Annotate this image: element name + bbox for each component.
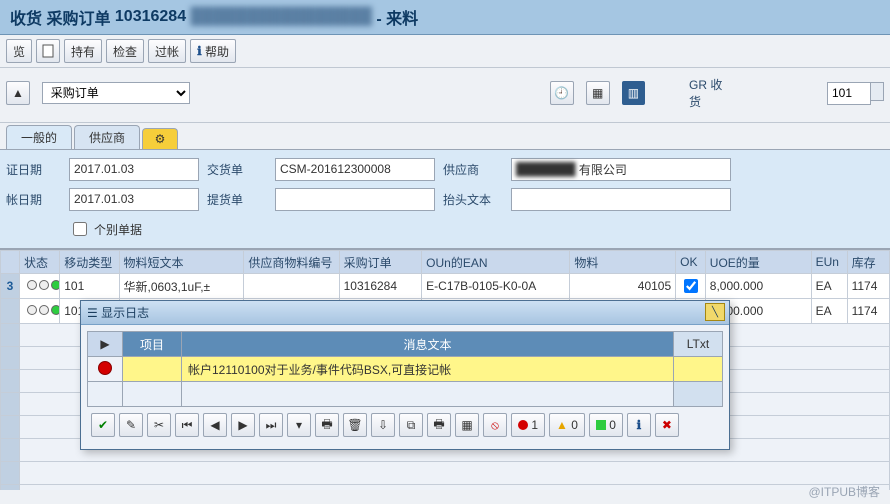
grid-row[interactable]: 3 101 华新,0603,1uF,± 10316284 E-C17B-0105…	[1, 274, 890, 299]
expand-all-button[interactable]: ▶	[88, 332, 123, 357]
list-icon: ☰	[87, 306, 98, 320]
grid-icon-button[interactable]: ▦	[455, 413, 479, 437]
log-dialog: ☰ 显示日志 ╲ ▶ 项目 消息文本 LTxt 帐户12110100对于业务/事…	[80, 300, 730, 450]
col-short-text[interactable]: 物料短文本	[119, 251, 244, 274]
first-icon-button[interactable]: ⏮	[175, 413, 199, 437]
print2-icon-button[interactable]: 🖶	[427, 413, 451, 437]
clock-icon-button[interactable]: 🕘	[550, 81, 574, 105]
selection-row: ▲ 采购订单 🕘 ▦ ▥ GR 收货	[0, 68, 890, 123]
ok-checkbox[interactable]	[684, 279, 698, 293]
watermark: @ITPUB博客	[808, 483, 880, 500]
individual-slip-checkbox[interactable]	[73, 222, 87, 236]
deliv-note-label: 交货单	[207, 161, 267, 178]
success-count-button[interactable]: 0	[589, 413, 623, 437]
grid-header-row: 状态 移动类型 物料短文本 供应商物料编号 采购订单 OUn的EAN 物料 OK…	[1, 251, 890, 274]
col-ean[interactable]: OUn的EAN	[422, 251, 570, 274]
col-stock[interactable]: 库存	[847, 251, 889, 274]
status-light-icon	[24, 280, 60, 290]
col-material[interactable]: 物料	[570, 251, 676, 274]
col-qty[interactable]: UOE的量	[705, 251, 811, 274]
export-icon-button[interactable]: ⇩	[371, 413, 395, 437]
doc-type-select[interactable]: 采购订单	[42, 82, 190, 104]
bol-value[interactable]	[275, 188, 435, 211]
header-form: 证日期 2017.01.03 交货单 CSM-201612300008 供应商 …	[0, 150, 890, 249]
overview-button[interactable]: 览	[6, 39, 32, 63]
status-light-icon	[24, 305, 60, 315]
next-icon-button[interactable]: ▶	[231, 413, 255, 437]
log-message-row[interactable]: 帐户12110100对于业务/事件代码BSX,可直接记帐	[88, 357, 723, 382]
check-button[interactable]: 检查	[106, 39, 144, 63]
col-ok[interactable]: OK	[676, 251, 706, 274]
doc-date-value[interactable]: 2017.01.03	[69, 158, 199, 181]
collapse-button[interactable]: ▲	[6, 81, 30, 105]
info-icon-button[interactable]	[627, 413, 651, 437]
window-title-bar: 收货 采购订单 10316284 ████████████████ - 来料	[0, 0, 890, 35]
headertext-label: 抬头文本	[443, 191, 503, 208]
prev-icon-button[interactable]: ◀	[203, 413, 227, 437]
vendor-label: 供应商	[443, 161, 503, 178]
app-toolbar: 览 持有 检查 过帐 帮助	[0, 35, 890, 68]
ltxt-button[interactable]	[674, 357, 723, 382]
log-col-ltxt[interactable]: LTxt	[674, 332, 723, 357]
layout-icon-button[interactable]: ▥	[622, 81, 646, 105]
grid-icon-button[interactable]: ▦	[586, 81, 610, 105]
row-selector[interactable]: 3	[1, 274, 20, 299]
headertext-value[interactable]	[511, 188, 731, 211]
movement-type-f4-button[interactable]	[871, 82, 884, 101]
info-icon	[197, 44, 202, 58]
individual-slip-label: 个别单据	[94, 221, 142, 238]
accept-icon-button[interactable]: ✔	[91, 413, 115, 437]
dialog-toolbar: ✔ ✎ ✂ ⏮ ◀ ▶ ⏭ ▾ 🖶 🗑 ⇩ ⧉ 🖶 ▦ ⦸ 1 ▲ 0 0 ✖	[87, 407, 723, 443]
title-suffix: - 来料	[376, 5, 418, 29]
tab-config[interactable]: ⚙	[142, 128, 178, 149]
dialog-close-button[interactable]: ╲	[705, 303, 725, 321]
title-po-number: 10316284	[115, 8, 186, 26]
bol-label: 提货单	[207, 191, 267, 208]
last-icon-button[interactable]: ⏭	[259, 413, 283, 437]
col-status[interactable]: 状态	[20, 251, 60, 274]
cancel-icon-button[interactable]: ✖	[655, 413, 679, 437]
gr-label: GR 收货	[689, 76, 734, 110]
error-count-button[interactable]: 1	[511, 413, 545, 437]
warning-count-button[interactable]: ▲ 0	[549, 413, 585, 437]
doc-icon-button[interactable]	[36, 39, 60, 63]
col-move-type[interactable]: 移动类型	[60, 251, 119, 274]
log-message-text: 帐户12110100对于业务/事件代码BSX,可直接记帐	[182, 357, 674, 382]
movement-type-input[interactable]	[827, 82, 871, 105]
dialog-title: 显示日志	[101, 304, 149, 321]
dialog-title-bar: ☰ 显示日志 ╲	[81, 301, 729, 325]
vendor-value: ███████ 有限公司	[511, 158, 731, 181]
post-button[interactable]: 过帐	[148, 39, 186, 63]
hold-button[interactable]: 持有	[64, 39, 102, 63]
col-eun[interactable]: EUn	[811, 251, 847, 274]
log-col-msg: 消息文本	[182, 332, 674, 357]
row-selector[interactable]	[1, 299, 20, 324]
print-icon-button[interactable]: 🖶	[315, 413, 339, 437]
edit-icon-button[interactable]: ✎	[119, 413, 143, 437]
error-icon	[98, 361, 112, 375]
doc-date-label: 证日期	[6, 161, 61, 178]
tab-strip: 一般的 供应商 ⚙	[0, 123, 890, 150]
col-po[interactable]: 采购订单	[339, 251, 422, 274]
deliv-note-value[interactable]: CSM-201612300008	[275, 158, 435, 181]
post-date-label: 帐日期	[6, 191, 61, 208]
log-col-item: 项目	[123, 332, 182, 357]
col-vendor-mat[interactable]: 供应商物料编号	[244, 251, 339, 274]
tab-general[interactable]: 一般的	[6, 125, 72, 149]
log-table: ▶ 项目 消息文本 LTxt 帐户12110100对于业务/事件代码BSX,可直…	[87, 331, 723, 407]
cut-icon-button[interactable]: ✂	[147, 413, 171, 437]
tab-vendor[interactable]: 供应商	[74, 125, 140, 149]
title-prefix: 收货 采购订单	[10, 5, 110, 29]
post-date-value[interactable]: 2017.01.03	[69, 188, 199, 211]
stop-icon-button[interactable]: ⦸	[483, 413, 507, 437]
trash-icon-button[interactable]: 🗑	[343, 413, 367, 437]
filter-icon-button[interactable]: ▾	[287, 413, 311, 437]
help-button[interactable]: 帮助	[190, 39, 236, 63]
title-blurred-section: ████████████████	[191, 8, 372, 26]
copy-icon-button[interactable]: ⧉	[399, 413, 423, 437]
